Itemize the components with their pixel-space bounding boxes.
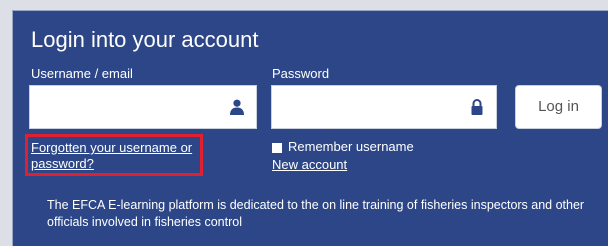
login-panel: Login into your account Username / email…: [12, 10, 608, 246]
password-input[interactable]: [272, 86, 496, 128]
login-title: Login into your account: [31, 27, 259, 52]
remember-username-label: Remember username: [288, 139, 414, 154]
username-field[interactable]: [29, 85, 257, 129]
new-account-link[interactable]: New account: [272, 157, 347, 173]
lock-icon: [471, 99, 483, 115]
password-label: Password: [272, 66, 330, 81]
username-input[interactable]: [30, 86, 256, 128]
forgotten-credentials-link[interactable]: Forgotten your username or password?: [31, 140, 206, 172]
remember-username-checkbox[interactable]: [272, 143, 282, 153]
login-button[interactable]: Log in: [515, 85, 602, 129]
password-field[interactable]: [271, 85, 497, 129]
username-label: Username / email: [31, 66, 133, 81]
platform-description: The EFCA E-learning platform is dedicate…: [47, 198, 585, 229]
user-icon: [230, 99, 244, 115]
